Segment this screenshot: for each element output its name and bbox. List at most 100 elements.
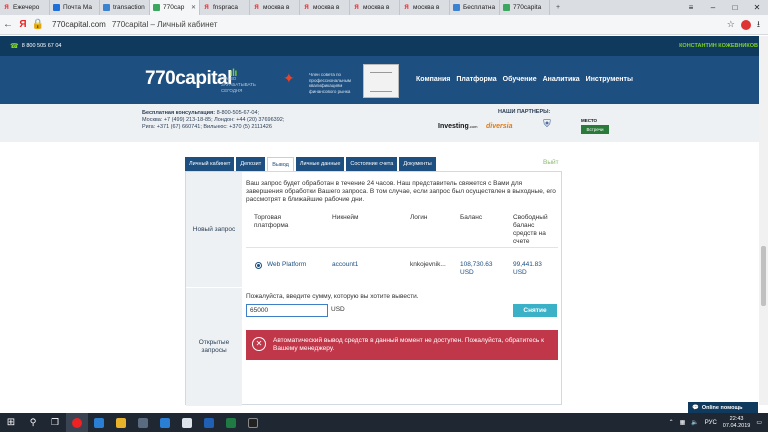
browser-tab[interactable]: 770capita — [500, 0, 550, 15]
minimize-icon[interactable]: – — [702, 0, 724, 15]
table-row[interactable]: Web Platform account1 knkojevnik... 108,… — [246, 256, 558, 282]
lock-icon[interactable]: 🔒 — [30, 19, 46, 30]
tab-account-status[interactable]: Состояние счета — [346, 157, 398, 171]
site-top-strip: ☎ 8 800 505 67 04 КОНСТАНТИН КОЖЕВНИКОВ — [0, 36, 768, 56]
phone-icon: ☎ — [10, 43, 19, 50]
partners-label: НАШИ ПАРТНЕРЫ: — [498, 109, 551, 115]
clock[interactable]: 22:43 07.04.2019 — [723, 416, 751, 430]
chat-icon: 💬 — [692, 404, 699, 411]
bookmark-icon[interactable]: ☆ — [727, 19, 735, 30]
url-field[interactable]: 770capital.com 770capital – Личный кабин… — [52, 20, 217, 29]
col-platform: Торговая платформа — [254, 214, 289, 229]
tab-withdraw[interactable]: Вывод — [267, 157, 294, 171]
main-nav: Компания Платформа Обучение Аналитика Ин… — [416, 76, 633, 83]
tab-cabinet[interactable]: Личный кабинет — [185, 157, 235, 171]
council-logo-icon: ✦ — [283, 70, 295, 86]
browser-tab[interactable]: Почта Ма — [50, 0, 100, 15]
folder-icon[interactable] — [110, 413, 132, 432]
partner-investing[interactable]: Investing.com — [438, 123, 477, 130]
partner-emblem-icon[interactable]: ⛨ — [541, 119, 553, 133]
row-balance-cur: USD — [460, 269, 474, 276]
row-login: knkojevnik... — [410, 261, 446, 268]
browser-tab[interactable]: Бесплатна — [450, 0, 500, 15]
yandex-icon: Я — [354, 4, 359, 11]
volume-icon[interactable]: 🔈 — [691, 419, 698, 426]
site-header: 770capitalılı ПРАВО ЗАРАБАТЫВАТЬ СЕГОДНЯ… — [0, 56, 768, 104]
partner-diversia[interactable]: diversia — [486, 123, 512, 130]
mail-app-icon[interactable] — [154, 413, 176, 432]
yandex-icon: Я — [4, 4, 9, 11]
back-icon[interactable]: ← — [0, 19, 16, 30]
nav-tools[interactable]: Инструменты — [586, 76, 633, 83]
menu-icon[interactable]: ≡ — [680, 0, 702, 15]
row-balance: 108,730.63 — [460, 261, 493, 268]
browser-tab[interactable]: Ямосква в — [350, 0, 400, 15]
partner-mesto[interactable]: Встречи — [581, 125, 609, 134]
terminal-icon[interactable] — [242, 413, 264, 432]
amount-input[interactable] — [246, 304, 328, 317]
yandex-icon: Я — [404, 4, 409, 11]
tab-personal-data[interactable]: Личные данные — [295, 157, 345, 171]
extension-icon[interactable] — [740, 19, 751, 30]
page-scrollbar[interactable] — [759, 36, 768, 405]
withdraw-button[interactable]: Снятие — [513, 304, 557, 317]
logout-link[interactable]: Выйт — [543, 159, 559, 166]
certificate-image[interactable] — [363, 64, 399, 98]
yandex-browser-icon[interactable] — [66, 413, 88, 432]
tray-arrow-icon[interactable]: ⌃ — [669, 419, 674, 426]
consultation-block: Бесплатная консультация: 8-800-505-67-04… — [142, 110, 285, 130]
error-alert: ✕ Автоматический вывод средств в данный … — [246, 330, 558, 360]
amount-currency: USD — [331, 306, 345, 313]
close-tab-icon[interactable]: ✕ — [191, 4, 196, 11]
language-indicator[interactable]: РУС — [705, 420, 717, 426]
browser-tab[interactable]: Я Ежечеро — [0, 0, 50, 15]
browser-tab-active[interactable]: 770cap ✕ — [150, 0, 200, 15]
tab-documents[interactable]: Документы — [399, 157, 436, 171]
scrollbar-thumb[interactable] — [761, 246, 766, 306]
online-help-button[interactable]: 💬 Online помощь — [688, 402, 758, 413]
browser-tab[interactable]: Яfnspraca — [200, 0, 250, 15]
account-radio[interactable] — [255, 262, 262, 269]
browser-tab[interactable]: transaction — [100, 0, 150, 15]
accounts-table-header: Торговая платформа Никнейм Логин Баланс … — [246, 214, 558, 248]
maximize-icon[interactable]: □ — [724, 0, 746, 15]
network-icon[interactable]: ▦ — [680, 419, 686, 426]
side-new-request: Новый запрос — [186, 172, 242, 287]
search-icon[interactable]: ⚲ — [22, 413, 44, 432]
nav-education[interactable]: Обучение — [503, 76, 537, 83]
col-free-balance: Свободный баланс средств на счете — [513, 214, 548, 245]
nav-platform[interactable]: Платформа — [456, 76, 496, 83]
withdraw-panel: Новый запрос Открытые запросы Ваш запрос… — [185, 171, 562, 406]
account-tabs: Личный кабинет Депозит Вывод Личные данн… — [185, 157, 436, 171]
notifications-icon[interactable]: ▭ — [756, 419, 762, 426]
770capital-icon — [503, 4, 510, 11]
windows-start-icon[interactable]: ⊞ — [0, 413, 22, 432]
calculator-icon[interactable] — [176, 413, 198, 432]
doc-icon — [453, 4, 460, 11]
address-bar: ← Я 🔒 770capital.com 770capital – Личный… — [0, 15, 768, 35]
download-icon[interactable]: ⭳ — [757, 17, 760, 33]
yandex-logo[interactable]: Я — [16, 19, 30, 30]
council-text: Член совета по профессиональным квалифик… — [309, 72, 351, 94]
processing-notice: Ваш запрос будет обработан в течение 24 … — [246, 180, 556, 203]
browser-tab[interactable]: Ямосква в — [400, 0, 450, 15]
user-name-link[interactable]: КОНСТАНТИН КОЖЕВНИКОВ — [679, 43, 758, 49]
close-window-icon[interactable]: ✕ — [746, 0, 768, 15]
nav-company[interactable]: Компания — [416, 76, 450, 83]
browser-tab[interactable]: Ямосква в — [250, 0, 300, 15]
outlook-icon[interactable] — [198, 413, 220, 432]
new-tab-button[interactable]: + — [550, 0, 566, 15]
edge-icon[interactable] — [88, 413, 110, 432]
store-icon[interactable] — [132, 413, 154, 432]
col-login: Логин — [410, 214, 428, 221]
browser-tab-strip: Я Ежечеро Почта Ма transaction 770cap ✕ Яf… — [0, 0, 768, 15]
phone-number[interactable]: 8 800 505 67 04 — [22, 43, 62, 49]
col-nickname: Никнейм — [332, 214, 359, 221]
windows-taskbar: ⊞ ⚲ ❐ ⌃ ▦ 🔈 РУС 22:43 07.04.2019 ▭ — [0, 413, 768, 432]
excel-icon[interactable] — [220, 413, 242, 432]
amount-prompt: Пожалуйста, введите сумму, которую вы хо… — [246, 293, 419, 300]
tab-deposit[interactable]: Депозит — [236, 157, 266, 171]
browser-tab[interactable]: Ямосква в — [300, 0, 350, 15]
task-view-icon[interactable]: ❐ — [44, 413, 66, 432]
nav-analytics[interactable]: Аналитика — [543, 76, 580, 83]
